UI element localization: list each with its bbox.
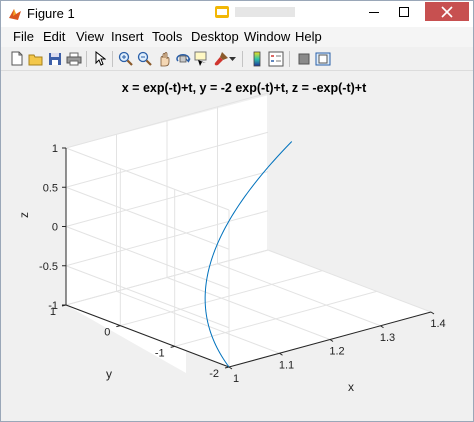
- y-tick-label: -1: [155, 347, 165, 359]
- toolbar-separator: [112, 51, 113, 67]
- figure-canvas[interactable]: 1 1.1 1.2 1.3 1.4 -2 -1 0 1 -1 -0.5 0 0.5 1 x = exp(-…: [1, 71, 473, 421]
- hide-plot-tools-icon: [298, 53, 309, 64]
- window-title: Figure 1: [27, 6, 75, 21]
- menu-desktop[interactable]: Desktop: [191, 29, 239, 44]
- zoom-in-button[interactable]: [117, 50, 134, 67]
- x-tick-label: 1.2: [329, 346, 344, 358]
- figure-toolbar: [1, 48, 473, 71]
- z-tick-label: 1: [52, 143, 58, 155]
- x-tick-label: 1.4: [430, 318, 445, 330]
- x-tick-mark: [329, 339, 334, 342]
- new-figure-icon: [11, 51, 22, 66]
- x-tick-mark: [228, 366, 233, 370]
- menu-bar: File Edit View Insert Tools Desktop Wind…: [1, 27, 473, 47]
- edit-plot-arrow-icon: [95, 51, 106, 66]
- chevron-down-icon: [228, 56, 236, 61]
- close-button[interactable]: [425, 2, 469, 21]
- minimize-icon: [369, 11, 379, 13]
- y-axis-label: y: [106, 367, 112, 381]
- figure-window: Figure 1 File Edit View Insert Tools Des…: [0, 0, 474, 422]
- x-tick-mark: [380, 325, 384, 329]
- hide-plot-tools-button[interactable]: [295, 50, 312, 67]
- minimize-button[interactable]: [360, 2, 388, 21]
- z-tick-label: 0.5: [43, 182, 58, 194]
- save-icon: [48, 52, 61, 65]
- data-cursor-button[interactable]: [193, 50, 210, 67]
- open-file-icon: [28, 54, 42, 65]
- z-tick-label: 0: [52, 222, 58, 234]
- data-cursor-icon: [194, 51, 206, 66]
- zoom-out-button[interactable]: [136, 50, 153, 67]
- show-plot-tools-icon: [315, 52, 330, 65]
- z-tick-label: -1: [48, 300, 58, 312]
- y-tick-mark: [224, 366, 230, 369]
- zoom-out-icon: [137, 51, 152, 66]
- pan-icon: [160, 51, 169, 66]
- toolbar-separator: [86, 51, 87, 67]
- new-figure-button[interactable]: [8, 50, 25, 67]
- edit-plot-button[interactable]: [91, 50, 108, 67]
- chart-title: x = exp(-t)+t, y = -2 exp(-t)+t, z = -ex…: [122, 81, 367, 95]
- open-file-button[interactable]: [27, 50, 44, 67]
- x-tick-mark: [430, 311, 435, 315]
- x-axis-label: x: [348, 380, 354, 394]
- x-tick-label: 1.3: [380, 332, 395, 344]
- toolbar-separator: [242, 51, 243, 67]
- rotate-3d-button[interactable]: [174, 50, 191, 67]
- z-axis-label: z: [17, 212, 31, 218]
- axes-3d[interactable]: 11.11.21.31.4-2-101-1-0.500.51 x = exp(-…: [1, 71, 473, 421]
- menu-view[interactable]: View: [76, 29, 104, 44]
- menu-edit[interactable]: Edit: [43, 29, 65, 44]
- insert-colorbar-button[interactable]: [248, 50, 265, 67]
- pan-button[interactable]: [155, 50, 172, 67]
- brush-icon: [214, 51, 228, 65]
- brush-button[interactable]: [212, 50, 229, 67]
- y-tick-label: -2: [209, 368, 219, 380]
- maximize-button[interactable]: [390, 2, 418, 21]
- z-tick-label: -0.5: [39, 261, 58, 273]
- x-tick-mark: [279, 352, 283, 356]
- close-icon: [441, 5, 453, 18]
- maximize-icon: [399, 6, 409, 17]
- rotate-3d-icon: [175, 53, 191, 63]
- toolbar-separator: [289, 51, 290, 67]
- insert-legend-button[interactable]: [267, 50, 284, 67]
- menu-insert[interactable]: Insert: [111, 29, 144, 44]
- colorbar-icon: [253, 51, 260, 66]
- blurred-title-overlay: [235, 7, 295, 17]
- print-icon: [66, 52, 81, 65]
- matlab-figure-icon: [9, 9, 21, 20]
- x-tick-label: 1.1: [279, 359, 294, 371]
- menu-window[interactable]: Window: [244, 29, 290, 44]
- menu-file[interactable]: File: [13, 29, 34, 44]
- zoom-in-icon: [118, 51, 133, 66]
- y-tick-label: 0: [104, 327, 110, 339]
- brush-dropdown-button[interactable]: [228, 50, 236, 67]
- title-bar: Figure 1: [1, 1, 473, 28]
- menu-tools[interactable]: Tools: [152, 29, 182, 44]
- taskbar-app-icon: [215, 6, 229, 18]
- print-button[interactable]: [65, 50, 82, 67]
- show-plot-tools-button[interactable]: [314, 50, 331, 67]
- legend-icon: [268, 51, 283, 66]
- x-tick-label: 1: [233, 373, 239, 385]
- menu-help[interactable]: Help: [295, 29, 322, 44]
- save-button[interactable]: [46, 50, 63, 67]
